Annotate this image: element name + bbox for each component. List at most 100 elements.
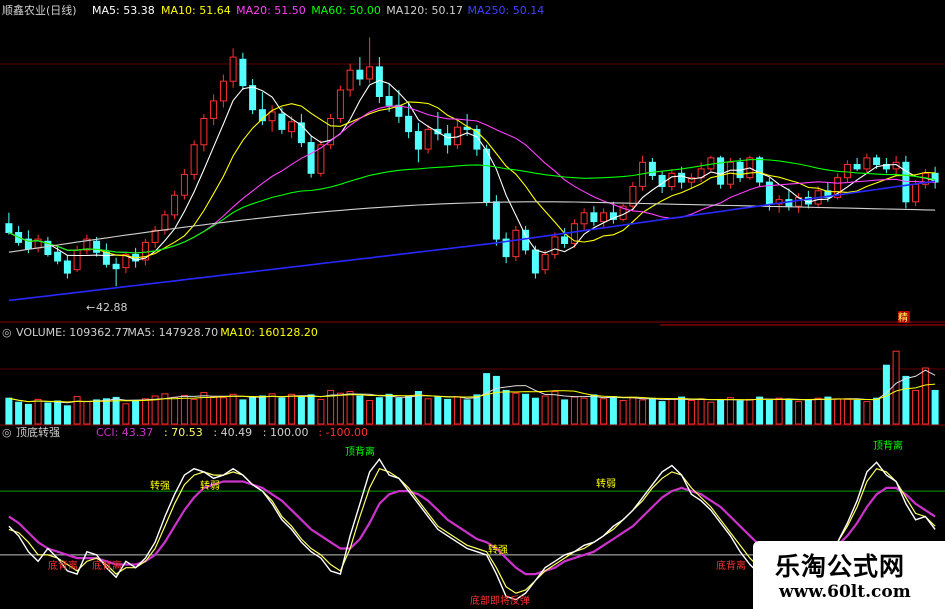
volume-bar bbox=[268, 393, 276, 425]
stock-chart-window: 顺鑫农业(日线) MA5: 53.38 MA10: 51.64 MA20: 51.5… bbox=[0, 0, 945, 609]
candle-body bbox=[278, 113, 286, 130]
ma20-line bbox=[8, 105, 936, 254]
volume-bar bbox=[239, 399, 247, 425]
volume-bar bbox=[697, 398, 705, 425]
candle-body bbox=[161, 214, 169, 231]
candle-body bbox=[600, 212, 608, 223]
candle-body bbox=[678, 172, 686, 183]
volume-bar bbox=[843, 398, 851, 425]
volume-bar bbox=[726, 397, 734, 425]
volume-bars bbox=[5, 350, 939, 425]
candle-body bbox=[580, 212, 588, 225]
volume-bar bbox=[34, 398, 42, 425]
candle-body bbox=[512, 229, 520, 258]
volume-label: MA5: 147928.70 bbox=[127, 326, 218, 339]
candle-body bbox=[385, 96, 393, 106]
volume-bar bbox=[171, 396, 179, 425]
volume-bar bbox=[190, 398, 198, 425]
volume-bar bbox=[512, 392, 520, 425]
candle-body bbox=[444, 133, 452, 146]
volume-bar bbox=[717, 399, 725, 425]
volume-bar bbox=[834, 398, 842, 425]
candle-body bbox=[414, 131, 422, 150]
volume-bar bbox=[356, 395, 364, 425]
volume-bar bbox=[892, 350, 900, 425]
candle-body bbox=[356, 69, 364, 80]
indicator-annotation: 顶背离 bbox=[873, 439, 903, 452]
candle-body bbox=[307, 142, 315, 174]
candle-body bbox=[366, 66, 374, 80]
volume-bar bbox=[210, 396, 218, 425]
candle-body bbox=[5, 223, 13, 233]
candle-body bbox=[219, 80, 227, 102]
candle-body bbox=[541, 253, 549, 271]
volume-label: VOLUME: 109362.77 bbox=[16, 326, 129, 339]
volume-bar bbox=[785, 398, 793, 425]
volume-bar bbox=[522, 393, 530, 425]
volume-bar bbox=[863, 401, 871, 425]
volume-bar bbox=[453, 396, 461, 425]
ma-label: MA120: 50.17 bbox=[386, 4, 463, 17]
candle-body bbox=[63, 260, 71, 274]
volume-bar bbox=[463, 399, 471, 425]
volume-bar bbox=[648, 397, 656, 425]
volume-bar bbox=[375, 397, 383, 425]
volume-bar bbox=[902, 375, 910, 425]
volume-bar bbox=[93, 399, 101, 425]
candle-body bbox=[210, 100, 218, 119]
volume-bar bbox=[297, 396, 305, 425]
indicator-label: CCI: 43.37 bbox=[96, 426, 153, 439]
volume-tag: 精 bbox=[898, 311, 908, 324]
volume-bar bbox=[561, 399, 569, 425]
volume-bar bbox=[824, 396, 832, 425]
volume-bar bbox=[678, 396, 686, 425]
volume-bar bbox=[541, 395, 549, 425]
volume-bar bbox=[258, 395, 266, 425]
volume-bar bbox=[249, 397, 257, 425]
volume-bar bbox=[278, 397, 286, 425]
watermark-url: www.60lt.com bbox=[779, 582, 911, 602]
volume-bar bbox=[795, 401, 803, 425]
candle-body bbox=[180, 173, 188, 196]
volume-bar bbox=[180, 394, 188, 425]
candle-body bbox=[843, 164, 851, 179]
volume-bar bbox=[5, 397, 13, 425]
volume-bar bbox=[912, 389, 920, 425]
volume-bar bbox=[531, 397, 539, 425]
volume-bar bbox=[336, 392, 344, 425]
volume-bar bbox=[687, 400, 695, 425]
volume-bar bbox=[775, 397, 783, 425]
indicator-annotation: 转弱 bbox=[596, 477, 616, 490]
ma-label: MA20: 51.50 bbox=[236, 4, 306, 17]
watermark: 乐淘公式网 www.60lt.com bbox=[753, 541, 945, 609]
volume-bar bbox=[580, 397, 588, 425]
volume-bar bbox=[756, 396, 764, 425]
candle-body bbox=[239, 58, 247, 87]
indicator-panel-title: 顶底转强 bbox=[16, 425, 60, 439]
candle-body bbox=[93, 240, 101, 253]
volume-panel-icon: ◎ bbox=[2, 326, 12, 339]
volume-bar bbox=[502, 389, 510, 425]
volume-bar bbox=[853, 400, 861, 425]
volume-moving-averages bbox=[8, 369, 936, 404]
volume-bar bbox=[931, 389, 939, 425]
candle-body bbox=[346, 69, 354, 91]
indicator-annotation: 转强 bbox=[150, 479, 170, 492]
volume-bar bbox=[814, 397, 822, 425]
candle-body bbox=[873, 157, 881, 165]
candle-body bbox=[648, 161, 656, 177]
indicator-annotation: 转强 bbox=[488, 543, 508, 556]
volume-bar bbox=[288, 393, 296, 425]
candle-body bbox=[492, 201, 500, 240]
volume-bar bbox=[44, 402, 52, 425]
volume-bar bbox=[804, 399, 812, 425]
candle-body bbox=[424, 128, 432, 150]
candle-body bbox=[171, 194, 179, 216]
volume-bar bbox=[54, 400, 62, 425]
volume-bar bbox=[102, 398, 110, 425]
candle-body bbox=[249, 85, 257, 111]
volume-bar bbox=[15, 401, 23, 425]
low-price-arrow: ← bbox=[86, 301, 95, 314]
volume-bar bbox=[385, 393, 393, 425]
price-panel-title: 顺鑫农业(日线) bbox=[2, 3, 77, 17]
